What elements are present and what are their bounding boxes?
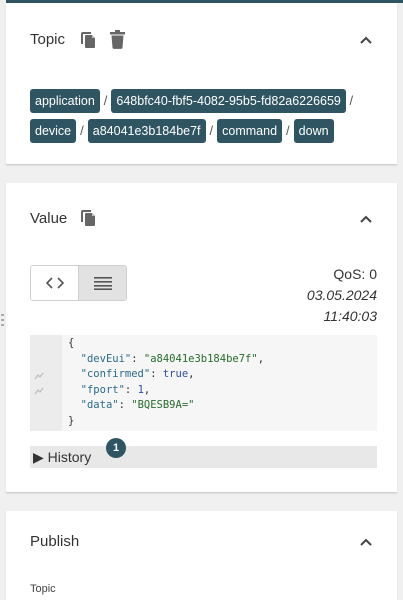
message-time: 11:40:03	[323, 308, 377, 324]
history-toggle[interactable]: ▶ History	[30, 446, 377, 468]
qos-value: QoS: 0	[333, 266, 377, 282]
history-count-badge: 1	[106, 438, 126, 458]
chevron-up-icon[interactable]	[359, 535, 373, 549]
message-date: 03.05.2024	[306, 287, 377, 303]
message-meta: QoS: 0 03.05.2024 11:40:03	[307, 264, 377, 327]
payload-code-viewer[interactable]: { "devEui": "a84041e3b184be7f", "confirm…	[30, 335, 377, 431]
topic-segment-application-id[interactable]: 648bfc40-fbf5-4082-95b5-fd82a6226659	[111, 88, 346, 113]
list-icon	[93, 277, 112, 290]
value-panel: Value QoS: 0 03.05.2024 11:40:03 {"devE…	[6, 183, 397, 493]
topic-panel: Topic application/648bfc40-fbf5-4082-95b…	[6, 3, 397, 165]
topic-segment-device-id[interactable]: a84041e3b184be7f	[87, 118, 206, 143]
json-key: "devEui"	[80, 352, 132, 365]
copy-icon[interactable]	[80, 209, 96, 227]
publish-topic-label: Topic	[30, 583, 56, 595]
topic-segment-device[interactable]: device	[30, 118, 77, 143]
topic-segment-application[interactable]: application	[30, 88, 100, 113]
copy-icon[interactable]	[80, 31, 96, 49]
json-key: "data"	[80, 399, 119, 411]
json-key: "confirmed"	[80, 368, 151, 380]
raw-view-button[interactable]	[78, 266, 126, 300]
topic-segment-down[interactable]: down	[293, 118, 334, 143]
json-value: true	[162, 368, 189, 380]
value-title: Value	[30, 210, 68, 227]
topic-breadcrumb: application/648bfc40-fbf5-4082-95b5-fd82…	[30, 85, 380, 145]
chevron-up-icon[interactable]	[359, 212, 373, 226]
diff-marker-icon	[34, 372, 44, 380]
code-view-button[interactable]	[31, 266, 78, 300]
topic-segment-command[interactable]: command	[217, 118, 283, 143]
chevron-up-icon[interactable]	[359, 33, 373, 47]
json-close-brace: }	[68, 414, 75, 427]
publish-title: Publish	[30, 533, 80, 550]
payload-json: { "devEui": "a84041e3b184be7f", "confirm…	[68, 337, 265, 427]
drag-handle-icon[interactable]	[1, 314, 4, 328]
trash-icon[interactable]	[110, 30, 125, 49]
code-icon	[45, 277, 64, 289]
json-value: "BQESB9A="	[131, 399, 195, 411]
json-value: 1	[137, 383, 144, 396]
topic-title: Topic	[30, 31, 66, 48]
publish-panel: Publish Topic	[6, 511, 397, 600]
json-key: "fport"	[80, 383, 125, 396]
diff-marker-icon	[34, 387, 44, 395]
code-gutter	[30, 335, 62, 431]
json-open-brace: {	[68, 337, 75, 349]
json-value: "a84041e3b184be7f"	[143, 352, 258, 365]
view-mode-toggle	[30, 265, 127, 301]
